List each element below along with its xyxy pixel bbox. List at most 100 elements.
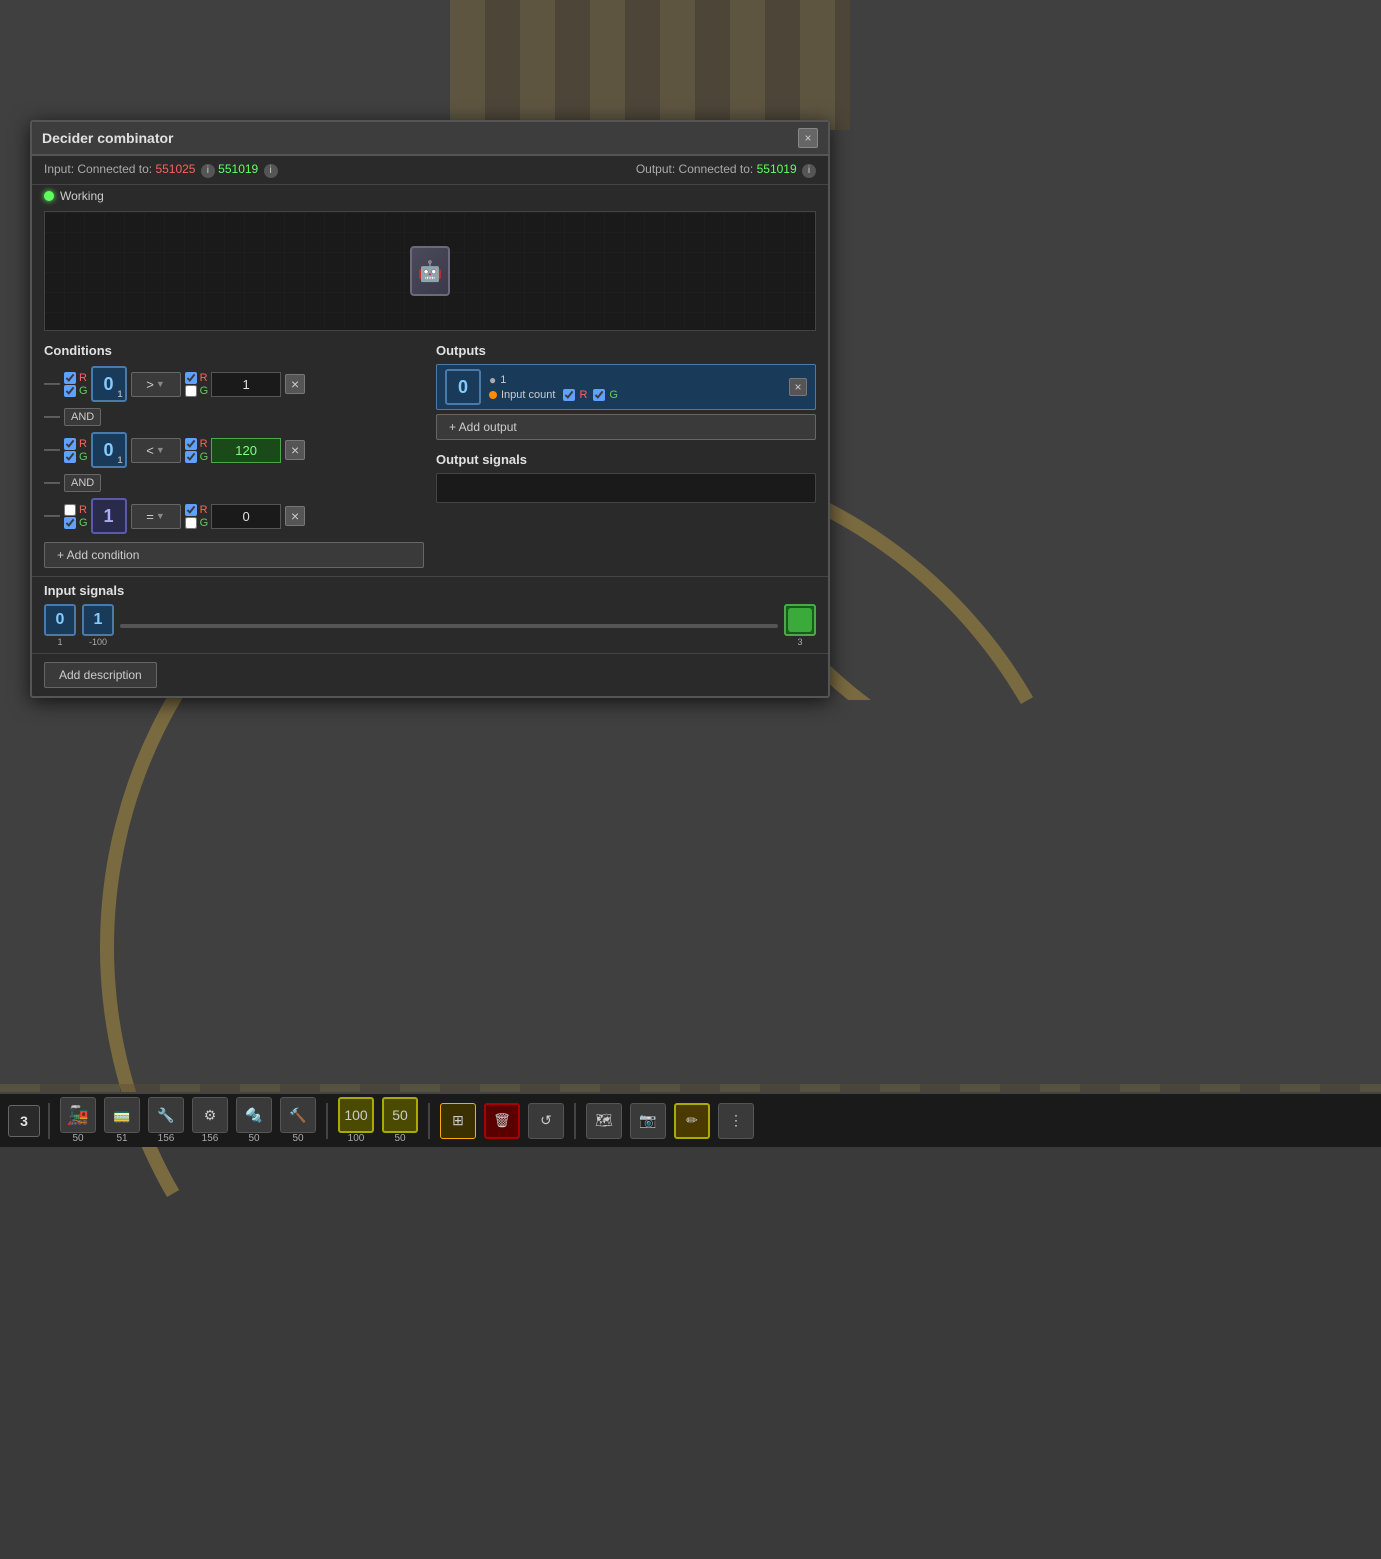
bottom-bar: Add description xyxy=(32,653,828,696)
taskbar-separator-2 xyxy=(326,1103,328,1139)
input-conn: Input: Connected to: 551025 i 551019 i xyxy=(44,162,278,178)
input-signals-title: Input signals xyxy=(44,583,816,598)
operator-btn-1[interactable]: > ▼ xyxy=(131,372,181,397)
input-node1-info[interactable]: i xyxy=(201,164,215,178)
right-r-row-3: R xyxy=(185,504,209,516)
input-signal-chip-3[interactable]: 3 xyxy=(784,604,816,647)
remove-btn-3[interactable]: × xyxy=(285,506,305,526)
right-r-label-2: R xyxy=(200,438,208,450)
taskbar-icon-6: 🔨 xyxy=(280,1097,316,1133)
taskbar-item-5[interactable]: 🔩 50 xyxy=(234,1095,274,1146)
output-r-checkbox[interactable] xyxy=(563,389,575,401)
signal-r-row-2: R xyxy=(64,438,88,450)
taskbar-icon-4: ⚙ xyxy=(192,1097,228,1133)
taskbar-separator-1 xyxy=(48,1103,50,1139)
output-node1[interactable]: 551019 xyxy=(757,162,797,176)
operator-text-3: = xyxy=(146,509,154,524)
signal-sub-2: 1 xyxy=(118,455,123,465)
taskbar-item-4[interactable]: ⚙ 156 xyxy=(190,1095,230,1146)
input-signal-chip-1[interactable]: 0 1 xyxy=(44,604,76,647)
right-g-row-2: G xyxy=(185,451,209,463)
add-output-button[interactable]: + Add output xyxy=(436,414,816,440)
operator-chevron-2: ▼ xyxy=(156,445,165,455)
and-btn-1[interactable]: AND xyxy=(64,408,101,426)
right-r-checkbox-1[interactable] xyxy=(185,372,197,384)
signal-g-label-1: G xyxy=(79,385,88,397)
input-node1[interactable]: 551025 xyxy=(155,162,195,176)
taskbar-menu-btn[interactable]: ⋮ xyxy=(716,1101,756,1141)
left-signal-btn-3[interactable]: 1 xyxy=(91,498,127,534)
conditions-panel: Conditions — R G xyxy=(44,343,424,568)
output-node1-info[interactable]: i xyxy=(802,164,816,178)
left-signal-3: R G 1 xyxy=(64,498,127,534)
status-bar: Working xyxy=(32,185,828,207)
taskbar-page-num: 3 xyxy=(8,1105,40,1137)
taskbar-special-1[interactable]: 100 100 xyxy=(336,1095,376,1146)
taskbar-map-btn[interactable]: 🗺 xyxy=(584,1101,624,1141)
conditions-list: — R G xyxy=(44,364,424,568)
output-value-btn-1[interactable]: 0 xyxy=(445,369,481,405)
main-content: Conditions — R G xyxy=(32,335,828,576)
remove-btn-2[interactable]: × xyxy=(285,440,305,460)
taskbar-grid-btn[interactable]: ⊞ xyxy=(438,1101,478,1141)
status-dot xyxy=(44,191,54,201)
operator-text-1: > xyxy=(146,377,154,392)
signal-g-checkbox-2[interactable] xyxy=(64,451,76,463)
signal-g-checkbox-3[interactable] xyxy=(64,517,76,529)
outputs-title: Outputs xyxy=(436,343,816,358)
right-value-2[interactable] xyxy=(211,438,281,463)
modal-titlebar: Decider combinator × xyxy=(32,122,828,156)
right-value-1[interactable] xyxy=(211,372,281,397)
remove-btn-1[interactable]: × xyxy=(285,374,305,394)
output-r-label: R xyxy=(579,389,587,401)
right-g-label-1: G xyxy=(200,385,209,397)
and-btn-2[interactable]: AND xyxy=(64,474,101,492)
taskbar-item-1[interactable]: 🚂 50 xyxy=(58,1095,98,1146)
right-g-label-3: G xyxy=(200,517,209,529)
signal-r-checkbox-2[interactable] xyxy=(64,438,76,450)
left-signal-btn-1[interactable]: 01 xyxy=(91,366,127,402)
dash-1: — xyxy=(44,375,60,393)
condition-row-3: — R G xyxy=(44,496,424,536)
taskbar-item-3[interactable]: 🔧 156 xyxy=(146,1095,186,1146)
add-condition-button[interactable]: + Add condition xyxy=(44,542,424,568)
close-button[interactable]: × xyxy=(798,128,818,148)
taskbar-icon-2: 🚃 xyxy=(104,1097,140,1133)
taskbar-edit-btn[interactable]: ✏ xyxy=(672,1101,712,1141)
right-g-checkbox-2[interactable] xyxy=(185,451,197,463)
operator-btn-2[interactable]: < ▼ xyxy=(131,438,181,463)
right-r-checkbox-2[interactable] xyxy=(185,438,197,450)
input-signal-chip-2[interactable]: 1 -100 xyxy=(82,604,114,647)
right-r-checkbox-3[interactable] xyxy=(185,504,197,516)
signal-r-checkbox-1[interactable] xyxy=(64,372,76,384)
signal-g-row-1: G xyxy=(64,385,88,397)
right-g-checkbox-3[interactable] xyxy=(185,517,197,529)
rail-area-right xyxy=(801,0,1381,700)
signal-r-checkbox-3[interactable] xyxy=(64,504,76,516)
taskbar-item-6[interactable]: 🔨 50 xyxy=(278,1095,318,1146)
output-details-1: ● 1 Input count R G xyxy=(489,373,781,401)
dash-and-1: — xyxy=(44,408,60,426)
taskbar-camera-btn[interactable]: 📷 xyxy=(628,1101,668,1141)
left-signal-btn-2[interactable]: 01 xyxy=(91,432,127,468)
output-close-btn-1[interactable]: × xyxy=(789,378,807,396)
taskbar-item-2[interactable]: 🚃 51 xyxy=(102,1095,142,1146)
input-node2-info[interactable]: i xyxy=(264,164,278,178)
output-g-checkbox[interactable] xyxy=(593,389,605,401)
taskbar-special-2[interactable]: 50 50 xyxy=(380,1095,420,1146)
right-value-3[interactable] xyxy=(211,504,281,529)
input-signal-sub-3: 3 xyxy=(797,637,802,647)
signal-r-label-1: R xyxy=(79,372,87,384)
left-signal-1: R G 01 xyxy=(64,366,127,402)
operator-btn-3[interactable]: = ▼ xyxy=(131,504,181,529)
signal-g-checkbox-1[interactable] xyxy=(64,385,76,397)
input-node2[interactable]: 551019 xyxy=(218,162,258,176)
right-signal-2: R G xyxy=(185,438,282,463)
taskbar-count-6: 50 xyxy=(292,1133,303,1144)
right-g-checkbox-1[interactable] xyxy=(185,385,197,397)
add-description-button[interactable]: Add description xyxy=(44,662,157,688)
taskbar-delete-btn[interactable]: 🗑 xyxy=(482,1101,522,1141)
taskbar-rotate-btn[interactable]: ↺ xyxy=(526,1101,566,1141)
taskbar-grid-icon: ⊞ xyxy=(440,1103,476,1139)
right-g-label-2: G xyxy=(200,451,209,463)
